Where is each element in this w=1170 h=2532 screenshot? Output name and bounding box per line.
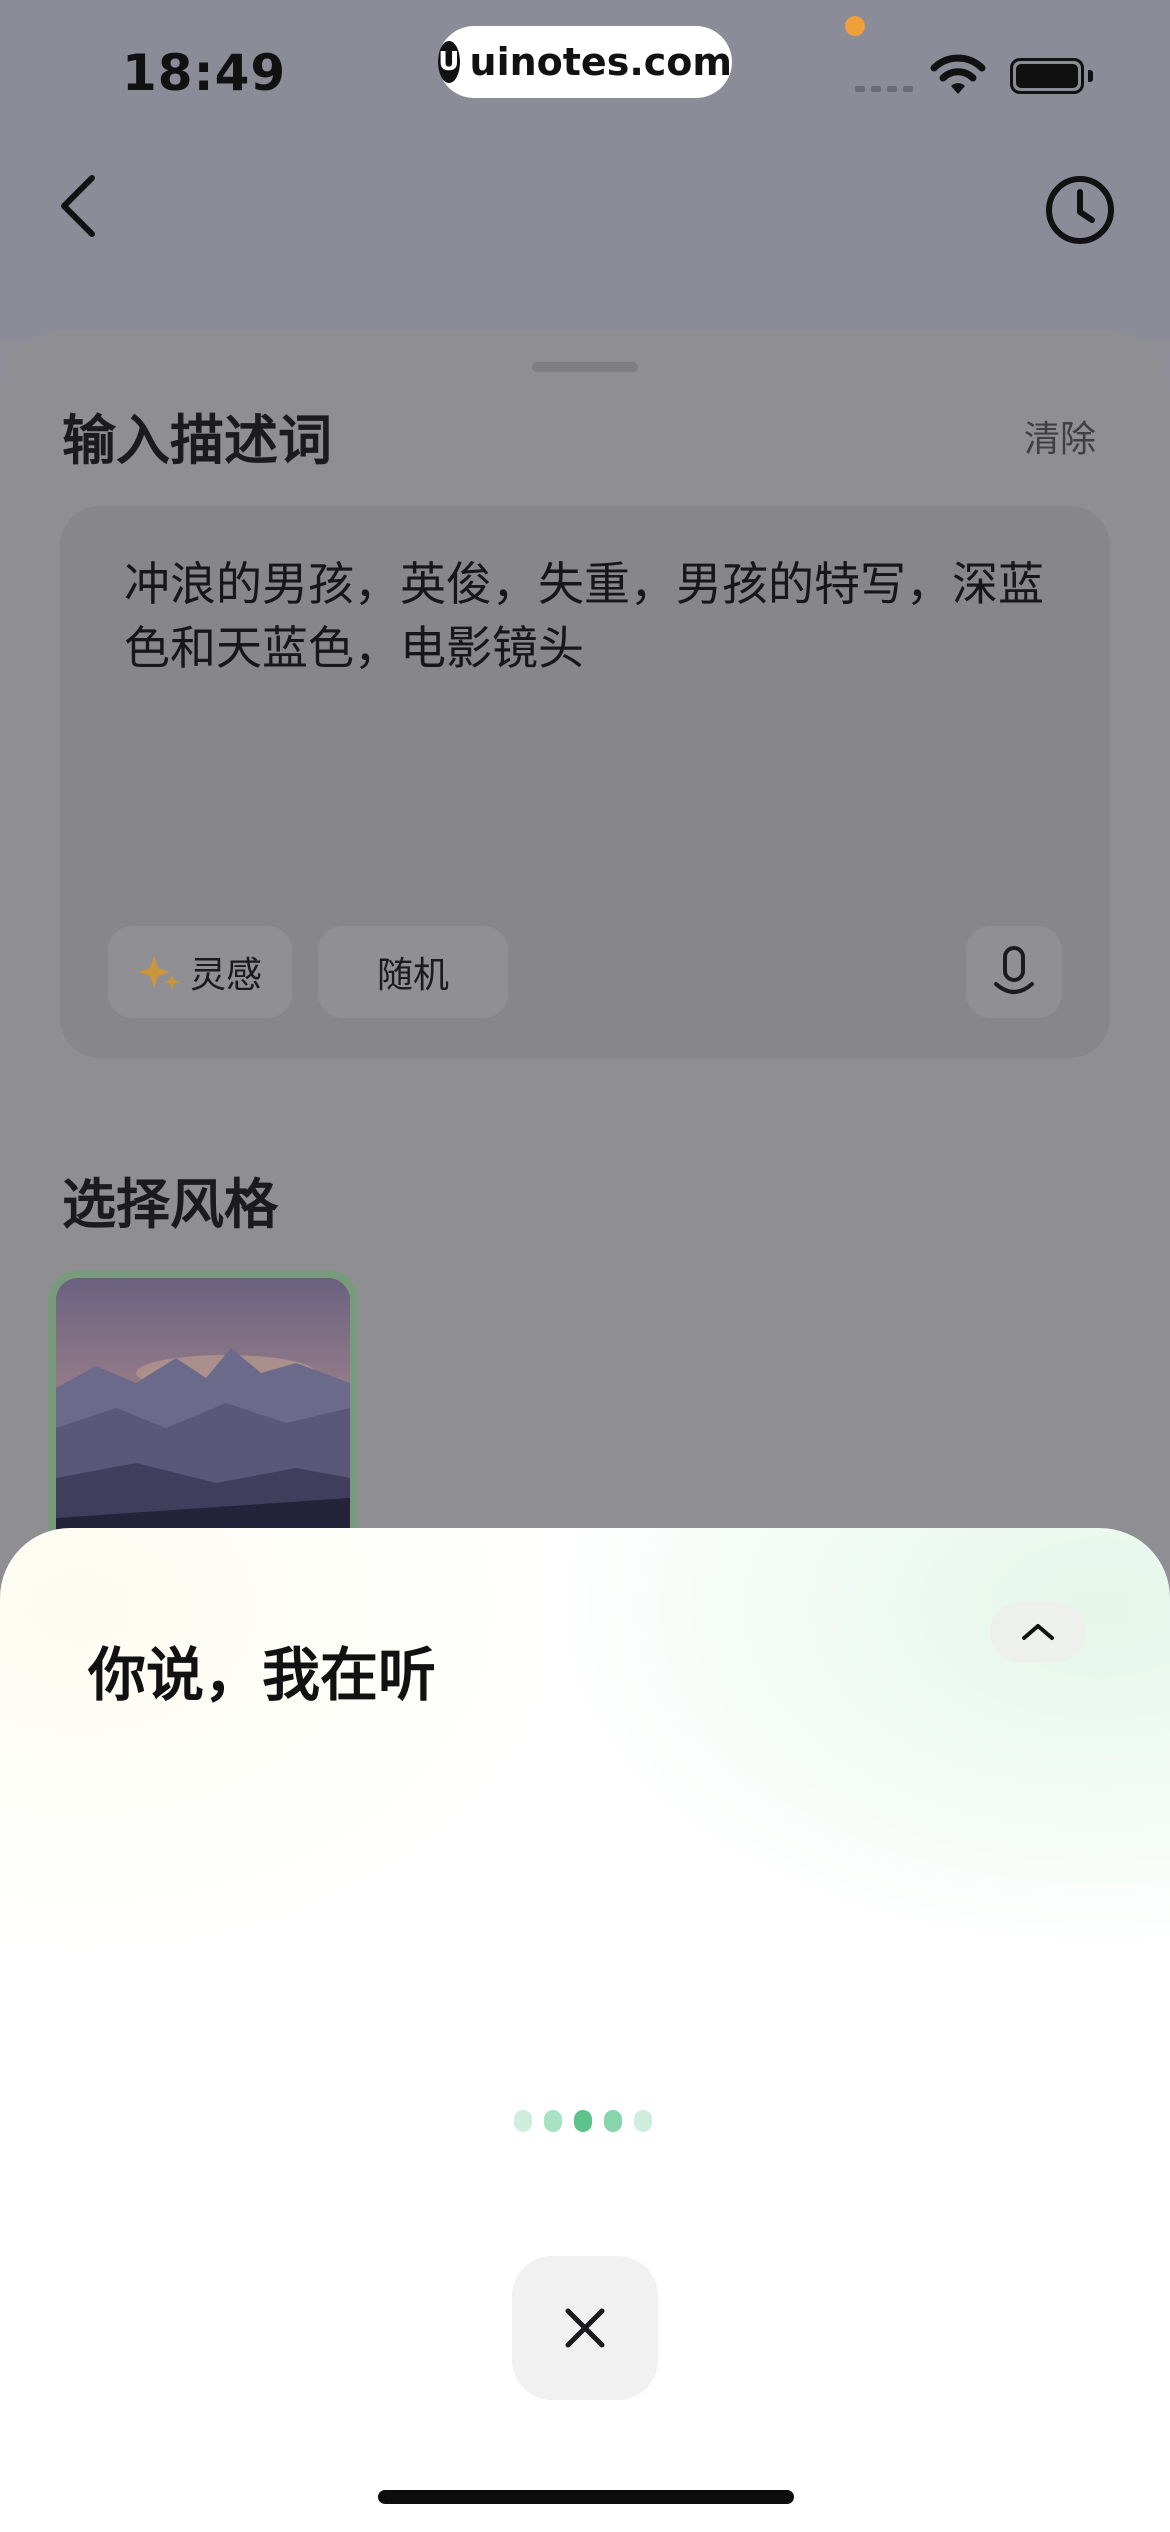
microphone-button[interactable] xyxy=(966,926,1062,1018)
prompt-section-title: 输入描述词 xyxy=(62,409,332,472)
prompt-input-box[interactable]: 冲浪的男孩，英俊，失重，男孩的特写，深蓝色和天蓝色，电影镜头 灵感 随机 xyxy=(60,506,1110,1058)
close-icon xyxy=(565,2308,605,2348)
collapse-button[interactable] xyxy=(990,1602,1086,1662)
home-indicator[interactable] xyxy=(378,2490,794,2504)
wave-dot xyxy=(514,2110,532,2132)
privacy-indicator-dot xyxy=(845,16,865,36)
listening-waveform xyxy=(514,2110,652,2132)
wave-dot xyxy=(544,2110,562,2132)
back-button[interactable] xyxy=(50,170,110,240)
prompt-text[interactable]: 冲浪的男孩，英俊，失重，男孩的特写，深蓝色和天蓝色，电影镜头 xyxy=(124,552,1064,680)
style-section-title: 选择风格 xyxy=(62,1173,278,1236)
style-thumbnail-image xyxy=(56,1278,350,1562)
battery-tip xyxy=(1088,70,1093,82)
wifi-icon xyxy=(930,54,986,94)
wave-dot xyxy=(574,2110,592,2132)
sheet-grab-handle[interactable] xyxy=(532,362,638,372)
random-chip-label: 随机 xyxy=(376,955,449,996)
screen: 18:49 U uinotes.com 输入描述词 清除 冲浪的男孩，英俊，失重… xyxy=(0,0,1170,2532)
status-time: 18:49 xyxy=(122,44,287,102)
battery-icon xyxy=(1010,58,1084,94)
cellular-signal-icon xyxy=(855,86,915,92)
sparkle-icon xyxy=(137,956,180,990)
listening-title: 你说，我在听 xyxy=(88,1641,437,1709)
wave-dot xyxy=(604,2110,622,2132)
microphone-icon xyxy=(994,946,1034,994)
history-button[interactable] xyxy=(1040,170,1120,250)
voice-input-panel: 你说，我在听 xyxy=(0,1528,1170,2532)
watermark-logo: U xyxy=(438,41,460,83)
style-option-selected[interactable] xyxy=(48,1270,358,1570)
inspiration-chip-label: 灵感 xyxy=(189,955,262,996)
wave-dot xyxy=(634,2110,652,2132)
watermark-text: uinotes.com xyxy=(469,40,732,84)
watermark-pill: U uinotes.com xyxy=(438,26,732,98)
top-bar: 18:49 U uinotes.com xyxy=(0,0,1170,340)
inspiration-chip[interactable]: 灵感 xyxy=(108,926,292,1018)
random-chip[interactable]: 随机 xyxy=(318,926,508,1018)
close-voice-button[interactable] xyxy=(512,2256,658,2400)
clear-button[interactable]: 清除 xyxy=(1024,410,1096,462)
chevron-up-icon xyxy=(1022,1624,1054,1640)
